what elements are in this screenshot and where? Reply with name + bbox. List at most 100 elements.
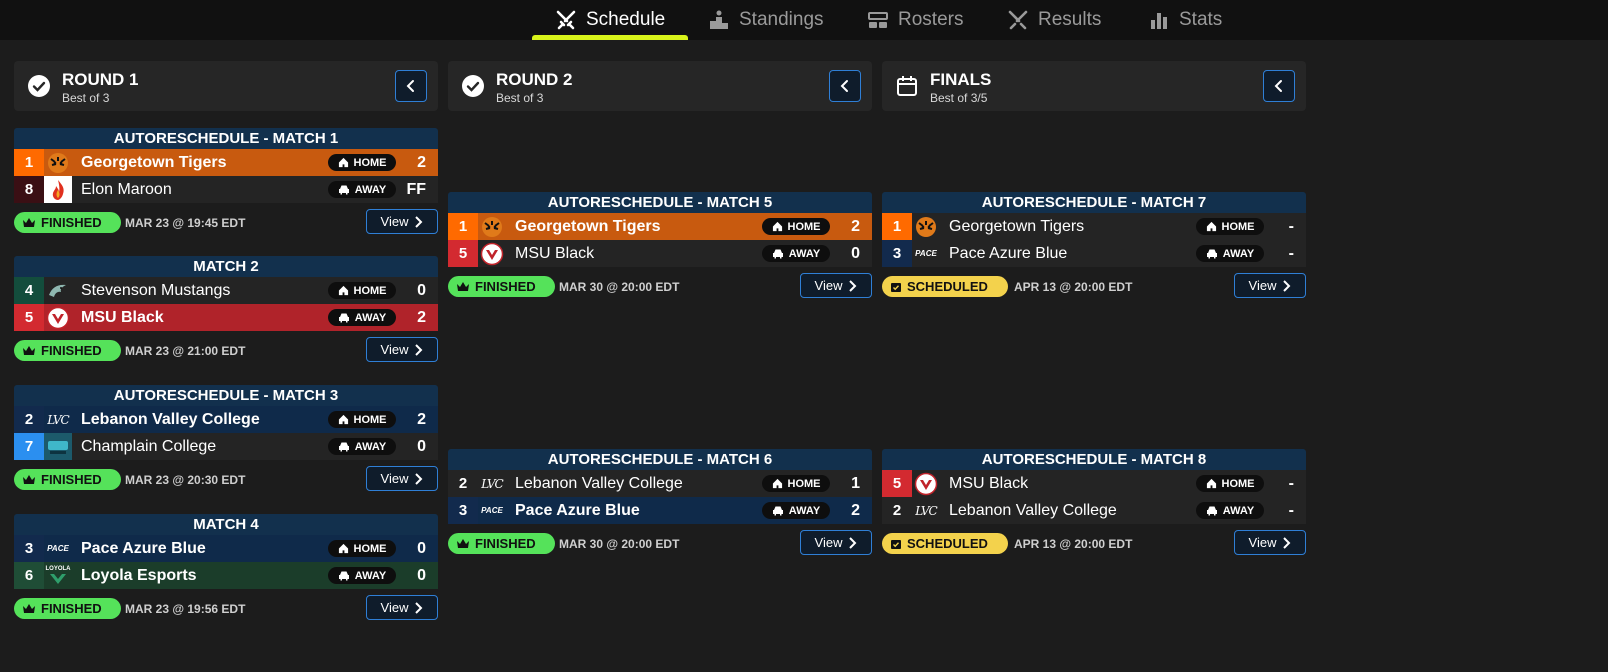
seed: 6 [14, 562, 44, 589]
view-button[interactable]: View [1234, 273, 1306, 298]
team-row-home[interactable]: 3 PACE Pace Azure Blue HOME 0 [14, 535, 438, 562]
home-icon [1206, 478, 1216, 489]
check-circle-icon [28, 75, 50, 97]
status-badge: SCHEDULED [882, 276, 1008, 297]
score: - [1288, 245, 1294, 262]
team-row-away[interactable]: 3 PACE Pace Azure Blue AWAY - [882, 240, 1306, 267]
tab-rosters[interactable]: Rosters [867, 0, 963, 40]
home-badge: HOME [1196, 218, 1264, 235]
tiger-logo-icon [44, 149, 72, 176]
tab-standings[interactable]: Standings [708, 0, 824, 40]
round-subtitle: Best of 3/5 [930, 91, 988, 105]
match-date: MAR 23 @ 19:45 EDT [125, 216, 246, 230]
match-card: AUTORESCHEDULE - MATCH 8 5 MSU Black HOM… [882, 449, 1306, 558]
status-line: FINISHED MAR 30 @ 20:00 EDT View [448, 273, 872, 301]
view-button[interactable]: View [366, 595, 438, 620]
tab-label: Standings [739, 9, 824, 30]
msu-logo-icon [912, 470, 940, 497]
away-badge: AWAY [328, 567, 396, 584]
collapse-button[interactable] [1263, 70, 1295, 102]
tab-schedule[interactable]: Schedule [555, 0, 665, 40]
match-title: AUTORESCHEDULE - MATCH 6 [448, 449, 872, 470]
team-row-away[interactable]: 3 PACE Pace Azure Blue AWAY 2 [448, 497, 872, 524]
team-row-away[interactable]: 7 Champlain College AWAY 0 [14, 433, 438, 460]
seed: 3 [448, 497, 478, 524]
match-date: MAR 23 @ 19:56 EDT [125, 602, 246, 616]
team-row-home[interactable]: 2 LVC Lebanon Valley College HOME 2 [14, 406, 438, 433]
team-row-away[interactable]: 5 MSU Black AWAY 2 [14, 304, 438, 331]
team-row-home[interactable]: 5 MSU Black HOME - [882, 470, 1306, 497]
away-badge: AWAY [328, 309, 396, 326]
score: 2 [417, 309, 426, 326]
team-row-away[interactable]: 2 LVC Lebanon Valley College AWAY - [882, 497, 1306, 524]
view-label: View [380, 600, 409, 615]
calendar-check-icon [891, 539, 901, 549]
tab-label: Schedule [586, 9, 666, 30]
chevron-left-icon [840, 80, 848, 92]
status-badge: FINISHED [14, 469, 121, 490]
msu-logo-icon [478, 240, 506, 267]
match-date: MAR 30 @ 20:00 EDT [559, 537, 680, 551]
team-row-home[interactable]: 1 Georgetown Tigers HOME 2 [448, 213, 872, 240]
match-title: AUTORESCHEDULE - MATCH 5 [448, 192, 872, 213]
top-nav: Schedule Standings Rosters Results Stats [0, 0, 1608, 40]
home-label: HOME [353, 542, 387, 555]
seed: 5 [448, 240, 478, 267]
home-label: HOME [1221, 477, 1255, 490]
view-button[interactable]: View [1234, 530, 1306, 555]
seed: 8 [14, 176, 44, 203]
car-icon [1206, 506, 1217, 516]
team-row-away[interactable]: 8 Elon Maroon AWAY FF [14, 176, 438, 203]
view-button[interactable]: View [366, 466, 438, 491]
chevron-right-icon [415, 601, 423, 614]
crown-icon [457, 538, 469, 548]
crossed-swords-icon [555, 9, 577, 31]
tiger-logo-icon [478, 213, 506, 240]
status-text: SCHEDULED [907, 536, 988, 551]
home-icon [338, 414, 348, 425]
pace-logo-icon: PACE [481, 506, 503, 515]
tab-stats[interactable]: Stats [1148, 0, 1222, 40]
view-label: View [814, 535, 843, 550]
home-label: HOME [1221, 220, 1255, 233]
car-icon [772, 506, 783, 516]
seed: 7 [14, 433, 44, 460]
score: - [1288, 218, 1294, 235]
score: 0 [851, 245, 860, 262]
home-icon [338, 285, 348, 296]
home-label: HOME [787, 477, 821, 490]
status-text: FINISHED [475, 536, 536, 551]
status-text: FINISHED [475, 279, 536, 294]
car-icon [772, 249, 783, 259]
tab-label: Results [1038, 9, 1102, 30]
home-badge: HOME [762, 218, 830, 235]
view-button[interactable]: View [366, 337, 438, 362]
match-card: AUTORESCHEDULE - MATCH 6 2 LVC Lebanon V… [448, 449, 872, 558]
match-date: MAR 23 @ 20:30 EDT [125, 473, 246, 487]
view-button[interactable]: View [800, 530, 872, 555]
match-title: AUTORESCHEDULE - MATCH 7 [882, 192, 1306, 213]
roster-icon [867, 9, 889, 31]
crown-icon [23, 474, 35, 484]
away-badge: AWAY [328, 438, 396, 455]
team-row-away[interactable]: 5 MSU Black AWAY 0 [448, 240, 872, 267]
check-circle-icon [462, 75, 484, 97]
collapse-button[interactable] [395, 70, 427, 102]
status-text: FINISHED [41, 472, 102, 487]
tab-results[interactable]: Results [1007, 0, 1101, 40]
team-row-home[interactable]: 2 LVC Lebanon Valley College HOME 1 [448, 470, 872, 497]
match-date: MAR 23 @ 21:00 EDT [125, 344, 246, 358]
status-line: FINISHED MAR 23 @ 19:45 EDT View [14, 209, 438, 237]
team-row-home[interactable]: 1 Georgetown Tigers HOME - [882, 213, 1306, 240]
team-row-home[interactable]: 4 Stevenson Mustangs HOME 0 [14, 277, 438, 304]
match-card: AUTORESCHEDULE - MATCH 7 1 Georgetown Ti… [882, 192, 1306, 301]
seed: 2 [448, 470, 478, 497]
round-title: ROUND 2 [496, 70, 573, 89]
view-button[interactable]: View [366, 209, 438, 234]
view-button[interactable]: View [800, 273, 872, 298]
team-row-away[interactable]: 6 LOYOLA Loyola Esports AWAY 0 [14, 562, 438, 589]
view-label: View [380, 342, 409, 357]
seed: 2 [882, 497, 912, 524]
collapse-button[interactable] [829, 70, 861, 102]
team-row-home[interactable]: 1 Georgetown Tigers HOME 2 [14, 149, 438, 176]
